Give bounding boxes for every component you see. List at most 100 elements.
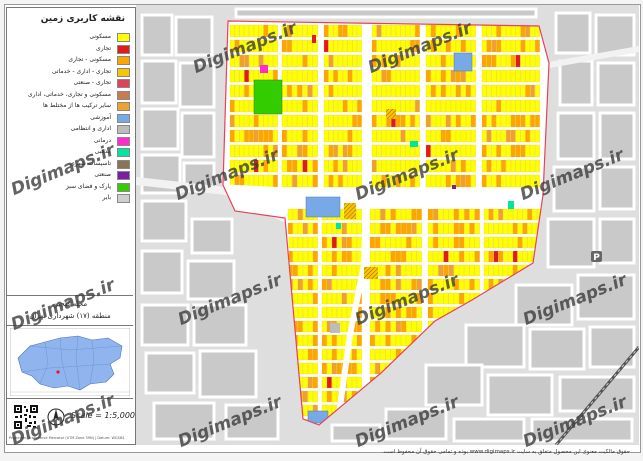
parcel xyxy=(312,376,318,389)
parcel xyxy=(453,222,459,235)
parcel xyxy=(438,250,444,263)
parcel xyxy=(488,208,494,221)
parcel xyxy=(385,208,391,221)
parcel xyxy=(258,39,264,53)
parcel xyxy=(297,54,303,68)
parcel xyxy=(512,208,518,221)
parcel xyxy=(258,24,264,38)
parcel xyxy=(307,129,313,143)
parcel xyxy=(427,292,433,305)
parcel xyxy=(411,222,417,235)
district-name: منطقه (۱۷) شهرداری تهران xyxy=(29,312,111,320)
parcel xyxy=(501,54,506,68)
parcel xyxy=(390,278,396,291)
parcel xyxy=(268,54,273,68)
parcel xyxy=(438,292,444,305)
parcel xyxy=(496,39,502,53)
admin-parcel xyxy=(330,323,340,333)
parcel xyxy=(470,159,476,173)
legend-swatch xyxy=(117,33,130,42)
parcel xyxy=(249,99,254,113)
parcel xyxy=(253,114,259,128)
parcel xyxy=(381,69,387,83)
parcel xyxy=(465,114,471,128)
parcel xyxy=(405,84,411,98)
parcel xyxy=(496,144,502,158)
parcel xyxy=(234,84,240,98)
parcel xyxy=(430,69,436,83)
parcel xyxy=(287,39,292,53)
parcel xyxy=(302,159,308,173)
parcel xyxy=(515,114,521,128)
legend-divider xyxy=(7,295,133,296)
parcel xyxy=(351,348,357,361)
parcel xyxy=(297,348,303,361)
legend-label: سایر ترکیب ها از مختلط ها xyxy=(42,102,111,109)
parcel xyxy=(342,24,348,38)
parcel xyxy=(425,99,431,113)
parcel xyxy=(510,39,516,53)
parcel xyxy=(263,129,269,143)
parcel xyxy=(391,84,396,98)
parcel xyxy=(433,236,439,249)
parcel xyxy=(440,174,446,188)
parcel xyxy=(371,159,377,173)
parcel xyxy=(448,250,454,263)
parcel xyxy=(307,320,313,333)
parcel xyxy=(376,144,382,158)
parcel xyxy=(307,264,313,277)
parcel xyxy=(498,250,504,263)
parcel xyxy=(481,99,487,113)
parcel xyxy=(268,129,273,143)
parcel xyxy=(438,222,444,235)
parcel xyxy=(281,129,287,143)
parcel xyxy=(234,54,240,68)
parcel xyxy=(229,114,235,128)
parcel xyxy=(351,222,357,235)
parcel xyxy=(455,114,461,128)
legend-swatch xyxy=(117,148,130,157)
parcel xyxy=(244,24,249,38)
parcel xyxy=(491,144,497,158)
parcel xyxy=(391,129,396,143)
legend-item: مسکونی xyxy=(7,32,133,42)
parcel xyxy=(273,39,278,53)
parcel xyxy=(258,144,264,158)
parcel xyxy=(450,114,456,128)
parcel xyxy=(427,264,433,277)
parcel xyxy=(331,236,337,249)
parcel xyxy=(385,306,391,319)
religious-parcel xyxy=(508,201,514,209)
parcel xyxy=(258,129,264,143)
parcel xyxy=(244,174,249,188)
parcel xyxy=(244,69,249,83)
parcel xyxy=(331,292,337,305)
hatched-parcel xyxy=(386,109,396,119)
parcel xyxy=(481,114,487,128)
parcel xyxy=(486,24,492,38)
parcel xyxy=(481,54,487,68)
parcel xyxy=(510,24,516,38)
parcel xyxy=(328,69,334,83)
parcel xyxy=(445,54,451,68)
land-use-map[interactable]: P xyxy=(136,5,639,445)
parcel xyxy=(401,222,407,235)
parcel xyxy=(321,264,327,277)
parcel xyxy=(416,208,422,221)
parcel xyxy=(506,159,511,173)
parcel xyxy=(328,84,334,98)
parcel xyxy=(292,292,298,305)
legend-swatch xyxy=(117,102,130,111)
parcel xyxy=(525,69,531,83)
parcel xyxy=(342,174,348,188)
parcel xyxy=(416,250,422,263)
parcel xyxy=(455,129,461,143)
parcel xyxy=(328,174,334,188)
parcel xyxy=(263,144,269,158)
parcel xyxy=(532,222,537,235)
legend-swatch xyxy=(117,182,130,192)
parcel xyxy=(438,264,444,277)
parcel xyxy=(410,159,415,173)
parcel xyxy=(433,292,439,305)
parcel xyxy=(357,39,362,53)
